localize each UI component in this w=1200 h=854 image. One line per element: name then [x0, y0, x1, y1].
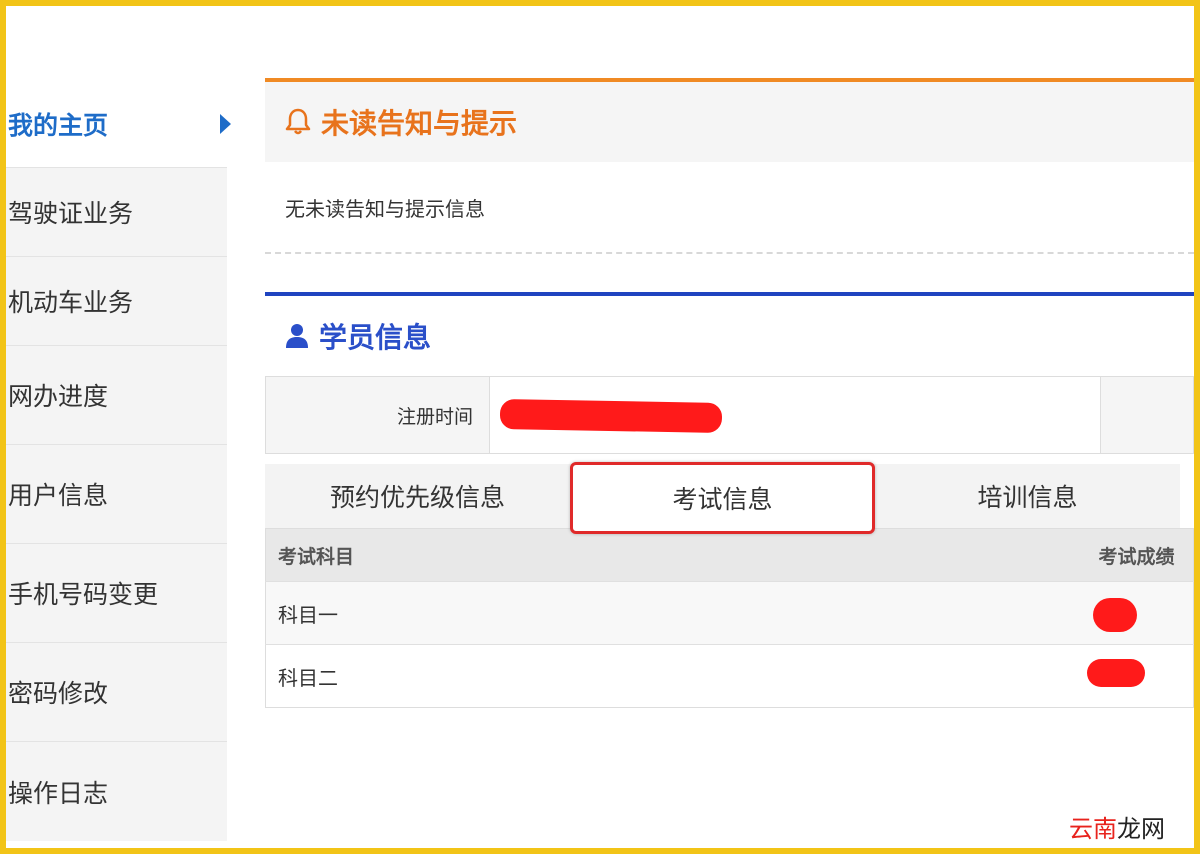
sidebar-item-license[interactable]: 驾驶证业务: [6, 168, 227, 257]
user-icon: [286, 324, 308, 348]
sidebar-nav: 我的主页 驾驶证业务 机动车业务 网办进度 用户信息 手机号码变更 密码修改 操…: [6, 80, 231, 848]
sidebar-item-home[interactable]: 我的主页: [6, 80, 231, 168]
score-cell-redacted: [1092, 581, 1194, 645]
sidebar-item-password[interactable]: 密码修改: [6, 643, 227, 742]
sidebar-item-label: 我的主页: [8, 110, 109, 140]
site-watermark: 云南 龙网: [1064, 808, 1170, 844]
sidebar-item-label: 网办进度: [8, 382, 109, 411]
sidebar-item-user-info[interactable]: 用户信息: [6, 445, 227, 544]
exam-table: 考试科目 考试成绩 科目一 科目二: [265, 528, 1194, 708]
bell-icon: [285, 108, 311, 135]
tab-exam-info[interactable]: 考试信息: [570, 462, 875, 534]
subject-cell: 科目一: [265, 581, 1099, 645]
sidebar-item-label: 操作日志: [8, 778, 109, 808]
info-tabs: 预约优先级信息 考试信息 培训信息: [265, 462, 1194, 534]
column-header-score: 考试成绩: [1098, 528, 1194, 582]
sidebar-item-progress[interactable]: 网办进度: [6, 346, 227, 445]
sidebar-item-label: 驾驶证业务: [8, 199, 134, 228]
student-title: 学员信息: [319, 321, 432, 354]
sidebar-item-operation-log[interactable]: 操作日志: [6, 742, 227, 841]
table-row: 科目二: [265, 644, 1194, 708]
sidebar-item-phone-change[interactable]: 手机号码变更: [6, 544, 227, 643]
registration-time-value-redacted: [490, 377, 1101, 453]
redaction-mark: [1092, 598, 1137, 632]
sidebar-item-label: 密码修改: [8, 679, 109, 708]
sidebar-item-vehicle[interactable]: 机动车业务: [6, 257, 227, 346]
sidebar-item-label: 用户信息: [8, 481, 109, 510]
sidebar-item-label: 手机号码变更: [8, 580, 159, 609]
table-row: 科目一: [265, 581, 1194, 645]
notice-message: 无未读告知与提示信息: [265, 162, 1194, 254]
score-cell-redacted: [1086, 644, 1194, 708]
registration-row: 注册时间: [265, 376, 1194, 454]
redaction-mark: [1086, 659, 1145, 687]
main-content: 未读告知与提示 无未读告知与提示信息 学员信息 注册时间 预约优先级信息 考试信…: [265, 78, 1194, 708]
student-panel: 学员信息 注册时间 预约优先级信息 考试信息 培训信息 考试科目 考试成绩 科目…: [265, 292, 1194, 708]
tab-training-info[interactable]: 培训信息: [875, 464, 1180, 528]
student-panel-header: 学员信息: [265, 292, 1194, 376]
subject-cell: 科目二: [265, 644, 1099, 708]
redaction-mark: [499, 399, 723, 433]
registration-time-label: 注册时间: [266, 377, 490, 453]
sidebar-item-label: 机动车业务: [8, 288, 134, 317]
column-header-subject: 考试科目: [265, 528, 1099, 582]
chevron-right-icon: [220, 113, 231, 134]
table-header-row: 考试科目 考试成绩: [265, 528, 1194, 582]
notice-title: 未读告知与提示: [321, 107, 518, 140]
notice-panel-header: 未读告知与提示: [265, 78, 1194, 162]
notice-panel: 未读告知与提示 无未读告知与提示信息: [265, 78, 1194, 254]
tab-priority-info[interactable]: 预约优先级信息: [265, 464, 570, 528]
